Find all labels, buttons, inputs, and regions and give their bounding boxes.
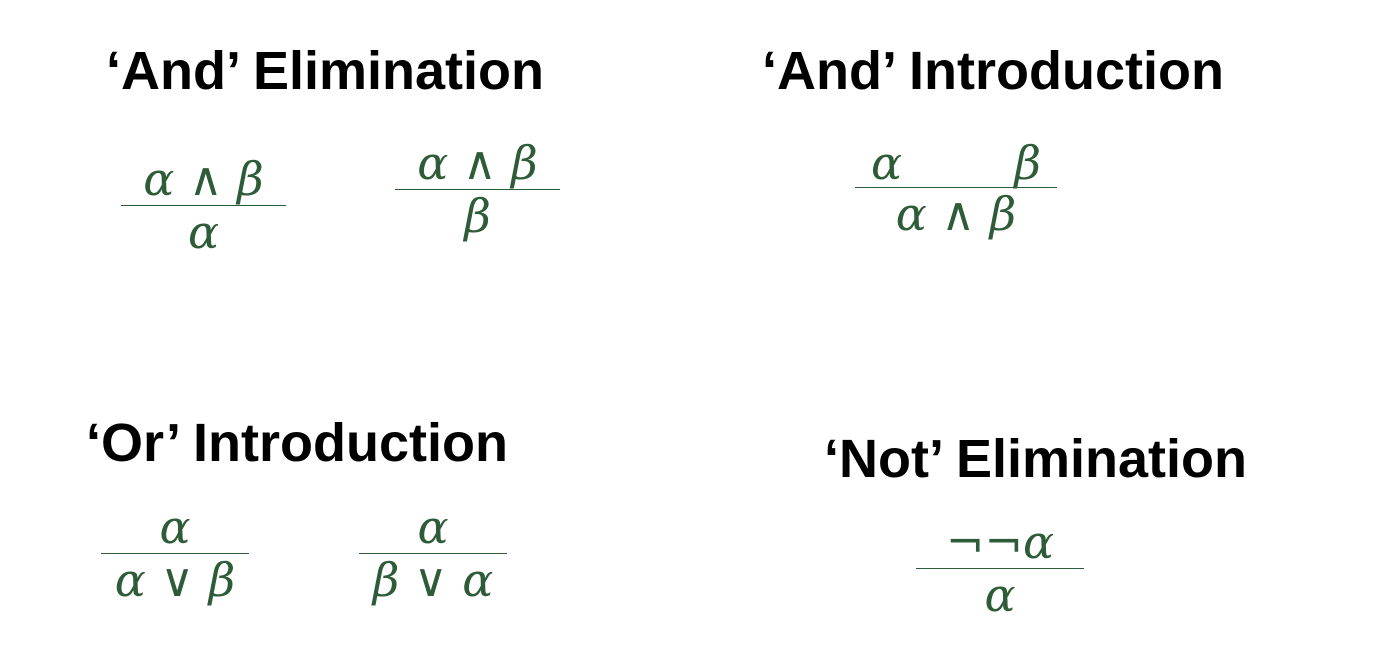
rule-premise: α ∧ β [143,152,264,206]
rule-premise: α ∧ β [417,136,538,190]
rule-conclusion: β [464,189,491,244]
rule-premise-left: α [871,136,903,190]
rule-conclusion: α ∧ β [895,187,1017,242]
rule-premise-right: β [1014,136,1041,190]
not-elimination-title: ‘Not’ Elimination [824,429,1248,489]
rule-premise: α [417,500,449,554]
rule-conclusion: α ∨ β [114,553,236,608]
and-elimination-title: ‘And’ Elimination [106,41,545,101]
or-introduction-rule-2: α β ∨ α [359,503,507,605]
rule-premise: ¬¬α [945,515,1055,569]
rule-conclusion: β ∨ α [372,553,494,608]
and-introduction-rule: α β α ∧ β [855,139,1057,239]
or-introduction-title: ‘Or’ Introduction [86,413,508,473]
rule-premise: α [159,500,191,554]
and-elimination-rule-1: α ∧ β α [121,155,286,257]
or-introduction-rule-1: α α ∨ β [101,503,249,605]
and-elimination-rule-2: α ∧ β β [395,139,560,241]
and-introduction-title: ‘And’ Introduction [762,41,1224,101]
rule-conclusion: α [984,568,1016,623]
rule-conclusion: α [187,205,220,260]
rule-premises: α β [855,136,1057,190]
not-elimination-rule: ¬¬α α [916,518,1084,620]
